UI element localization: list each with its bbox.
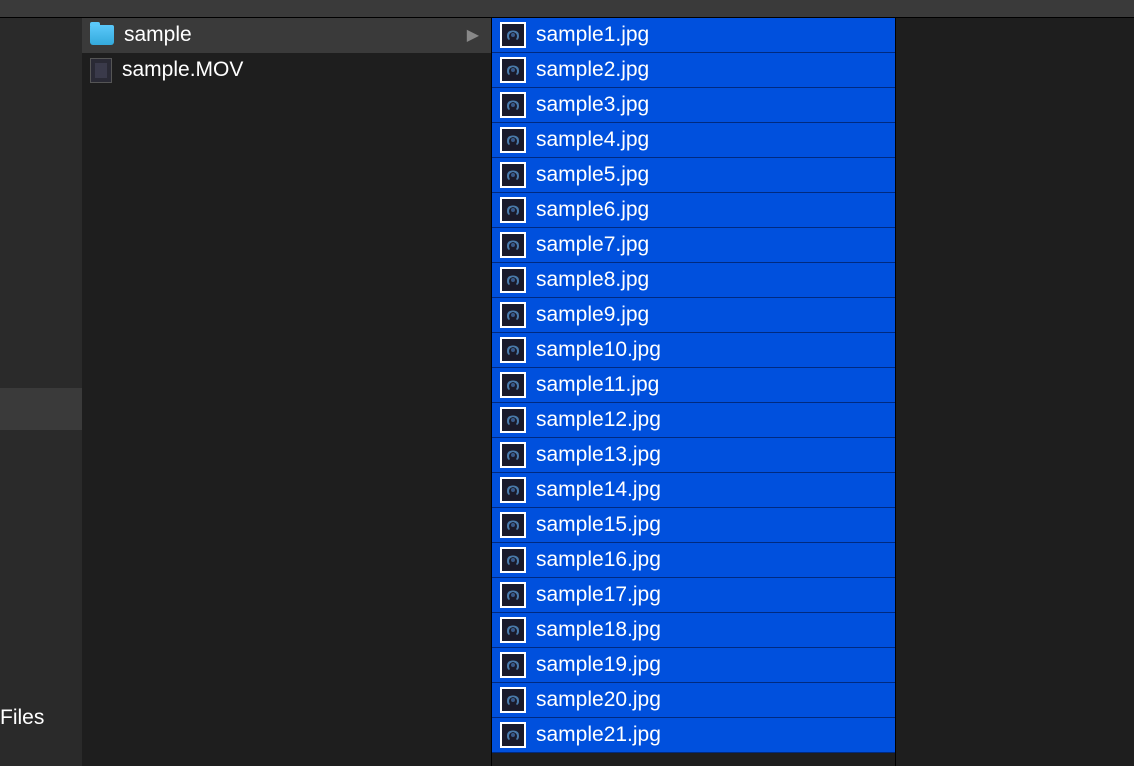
image-thumbnail-icon [500, 372, 526, 398]
image-thumbnail-icon [500, 512, 526, 538]
image-thumbnail-icon [500, 267, 526, 293]
image-thumbnail-icon [500, 232, 526, 258]
file-label: sample9.jpg [536, 303, 887, 327]
image-thumbnail-icon [500, 337, 526, 363]
file-row[interactable]: sample7.jpg [492, 228, 895, 263]
file-label: sample19.jpg [536, 653, 887, 677]
file-row[interactable]: sample16.jpg [492, 543, 895, 578]
folder-row-sample[interactable]: sample ▶ [82, 18, 491, 53]
image-thumbnail-icon [500, 57, 526, 83]
file-row-sample-mov[interactable]: sample.MOV [82, 53, 491, 88]
movie-thumbnail-icon [90, 58, 112, 83]
image-thumbnail-icon [500, 92, 526, 118]
file-row[interactable]: sample14.jpg [492, 473, 895, 508]
sidebar-left: Files [0, 18, 82, 766]
file-label: sample4.jpg [536, 128, 887, 152]
image-thumbnail-icon [500, 442, 526, 468]
file-label: sample6.jpg [536, 198, 887, 222]
column-preview [896, 18, 1134, 766]
main-content: Files sample ▶ sample.MOV sample1.jpgsam… [0, 18, 1134, 766]
folder-label: sample [124, 23, 457, 47]
file-label: sample10.jpg [536, 338, 887, 362]
file-row[interactable]: sample10.jpg [492, 333, 895, 368]
file-row[interactable]: sample11.jpg [492, 368, 895, 403]
image-thumbnail-icon [500, 22, 526, 48]
file-row[interactable]: sample21.jpg [492, 718, 895, 753]
image-thumbnail-icon [500, 477, 526, 503]
file-label: sample15.jpg [536, 513, 887, 537]
file-label: sample1.jpg [536, 23, 887, 47]
image-thumbnail-icon [500, 302, 526, 328]
column-parent: sample ▶ sample.MOV [82, 18, 492, 766]
file-row[interactable]: sample12.jpg [492, 403, 895, 438]
file-label: sample16.jpg [536, 548, 887, 572]
file-row[interactable]: sample19.jpg [492, 648, 895, 683]
file-row[interactable]: sample5.jpg [492, 158, 895, 193]
image-thumbnail-icon [500, 407, 526, 433]
image-thumbnail-icon [500, 197, 526, 223]
image-thumbnail-icon [500, 547, 526, 573]
toolbar [0, 0, 1134, 18]
image-thumbnail-icon [500, 582, 526, 608]
file-label: sample20.jpg [536, 688, 887, 712]
file-label: sample3.jpg [536, 93, 887, 117]
image-thumbnail-icon [500, 722, 526, 748]
file-label: sample12.jpg [536, 408, 887, 432]
file-label: sample2.jpg [536, 58, 887, 82]
image-thumbnail-icon [500, 617, 526, 643]
image-thumbnail-icon [500, 162, 526, 188]
chevron-right-icon: ▶ [467, 25, 479, 45]
file-row[interactable]: sample2.jpg [492, 53, 895, 88]
file-row[interactable]: sample9.jpg [492, 298, 895, 333]
file-row[interactable]: sample20.jpg [492, 683, 895, 718]
file-row[interactable]: sample17.jpg [492, 578, 895, 613]
file-label: sample17.jpg [536, 583, 887, 607]
file-label: sample7.jpg [536, 233, 887, 257]
folder-icon [90, 25, 114, 45]
file-row[interactable]: sample4.jpg [492, 123, 895, 158]
file-label: sample14.jpg [536, 478, 887, 502]
column-files: sample1.jpg sample2.jpg sample3.jpg sample4… [492, 18, 896, 766]
file-label: sample.MOV [122, 58, 483, 82]
file-label: sample21.jpg [536, 723, 887, 747]
file-label: sample11.jpg [536, 373, 887, 397]
file-row[interactable]: sample8.jpg [492, 263, 895, 298]
file-label: sample5.jpg [536, 163, 887, 187]
file-row[interactable]: sample6.jpg [492, 193, 895, 228]
file-label: sample18.jpg [536, 618, 887, 642]
file-row[interactable]: sample13.jpg [492, 438, 895, 473]
file-label: sample13.jpg [536, 443, 887, 467]
sidebar-files-label[interactable]: Files [0, 706, 44, 730]
image-thumbnail-icon [500, 127, 526, 153]
file-row[interactable]: sample18.jpg [492, 613, 895, 648]
image-thumbnail-icon [500, 687, 526, 713]
image-thumbnail-icon [500, 652, 526, 678]
file-row[interactable]: sample3.jpg [492, 88, 895, 123]
file-label: sample8.jpg [536, 268, 887, 292]
file-row[interactable]: sample15.jpg [492, 508, 895, 543]
sidebar-highlight [0, 388, 82, 430]
file-row[interactable]: sample1.jpg [492, 18, 895, 53]
